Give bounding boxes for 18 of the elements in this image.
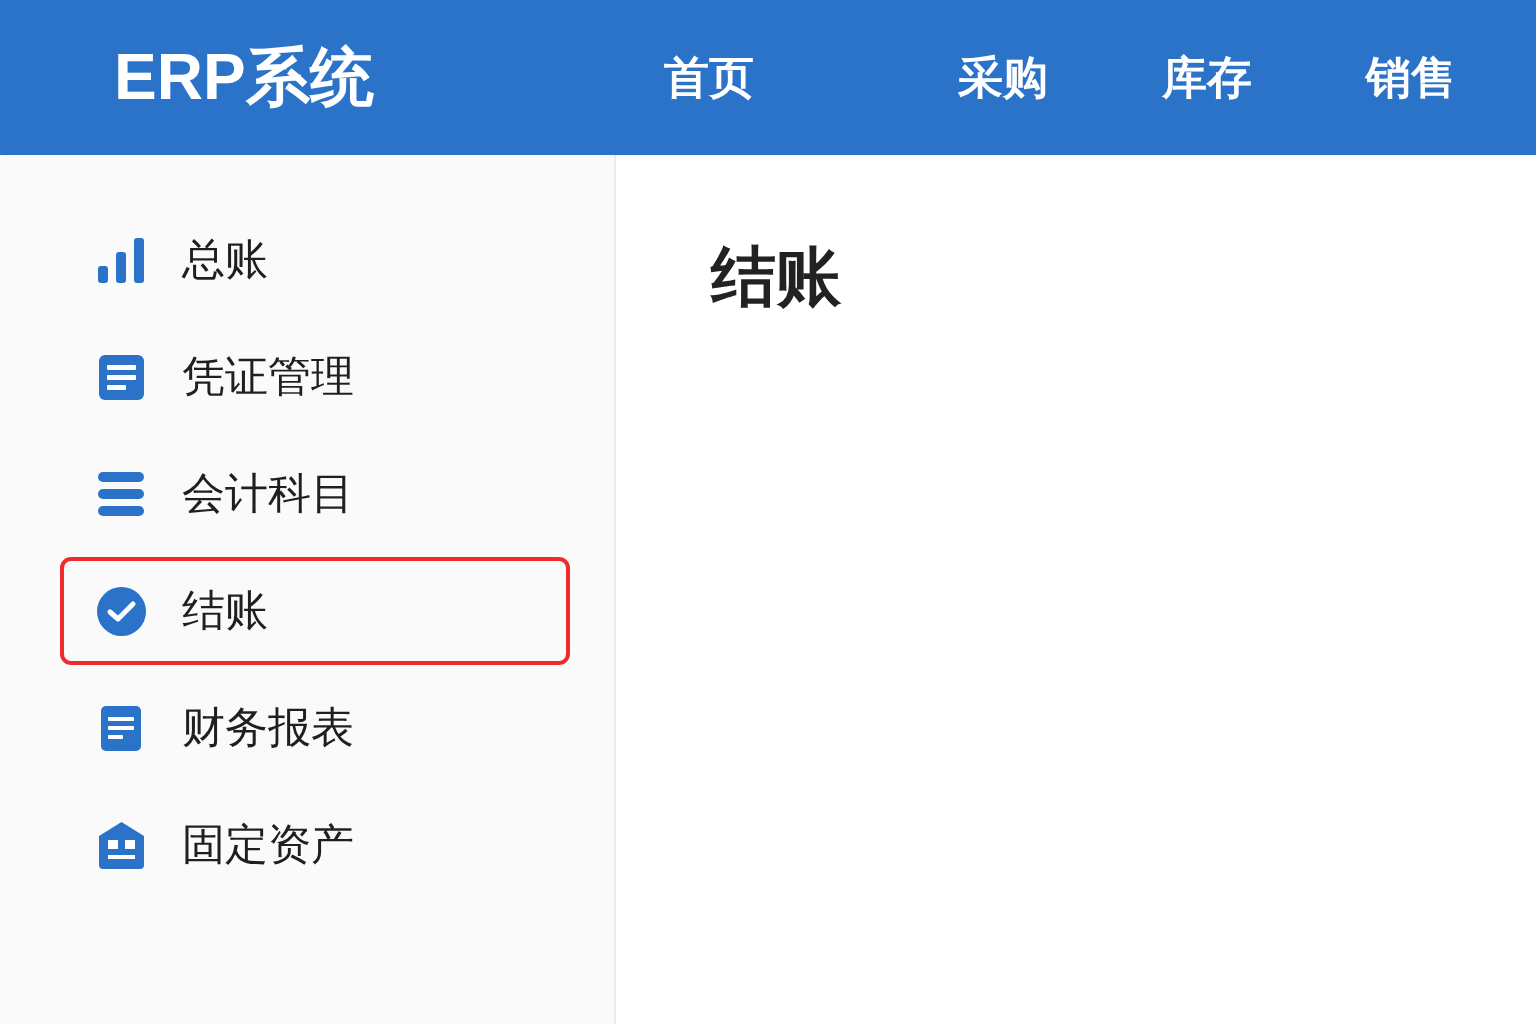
sidebar-item[interactable]: 凭证管理 [60,323,570,431]
sidebar-item[interactable]: 固定资产 [60,791,570,899]
sidebar-item[interactable]: 结账 [60,557,570,665]
nav-link[interactable]: 库存 [1161,41,1252,114]
document-icon [101,705,141,751]
app-logo: ERP系统 [114,40,374,115]
list-icon [98,472,144,516]
sidebar-item[interactable]: 会计科目 [60,440,570,548]
bar-chart-icon [97,237,145,283]
sidebar-item[interactable]: 总账 [60,206,570,314]
document-icon [98,354,144,400]
check-circle-icon [96,586,146,636]
sidebar-item[interactable]: 财务报表 [60,674,570,782]
nav-link[interactable]: 首页 [663,41,754,114]
building-icon [98,821,144,869]
nav-link[interactable]: 销售 [1365,41,1456,114]
page-title: 结账 [711,238,841,316]
nav-link[interactable]: 采购 [957,41,1048,114]
